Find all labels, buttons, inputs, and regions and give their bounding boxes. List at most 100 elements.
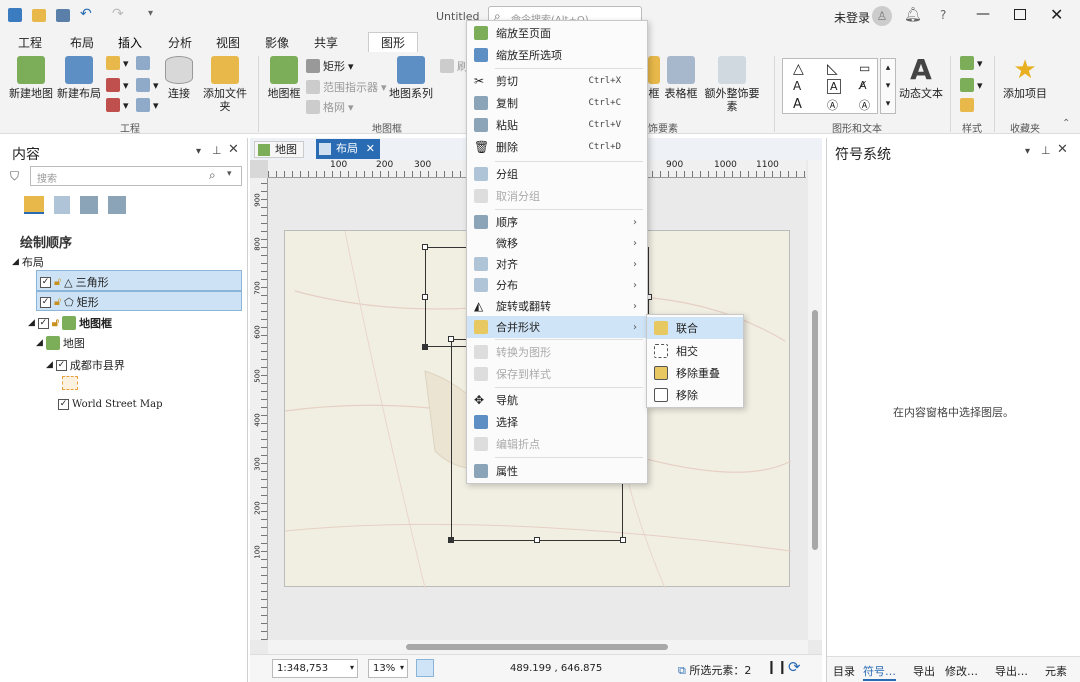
resize-handle[interactable] — [422, 294, 428, 300]
undo-icon[interactable]: ↶ — [80, 6, 92, 22]
grid-toggle-icon[interactable] — [416, 659, 434, 677]
lock-icon[interactable]: 🔓︎ — [54, 295, 61, 309]
menu-item-paste[interactable]: 粘贴 Ctrl+V — [467, 114, 647, 136]
tree-layout[interactable]: ◢ 布局 — [12, 254, 44, 270]
pause-drawing-icon[interactable]: ❙❙ — [766, 660, 788, 675]
tab-map-view[interactable]: 地图 — [254, 141, 304, 158]
scroll-thumb[interactable] — [406, 644, 668, 650]
tree-triangle[interactable]: ✓ 🔓︎ △ 三角形 — [40, 274, 109, 290]
add-item-button[interactable]: ★ 添加项目 — [1000, 56, 1050, 100]
menu-item-select[interactable]: 选择 — [467, 411, 647, 433]
graphics-gallery[interactable]: △ ◺ ▭ A A A̸ A Ⓐ Ⓐ — [782, 58, 878, 114]
table-frame-button[interactable]: 表格框 — [664, 56, 698, 100]
lock-icon[interactable]: 🔓︎ — [52, 316, 59, 330]
chart-icon[interactable]: ▾ — [136, 98, 159, 112]
menu-item-navigate[interactable]: ✥ 导航 — [467, 389, 647, 411]
close-icon[interactable]: ✕ — [1057, 142, 1068, 157]
menu-item-properties[interactable]: 属性 — [467, 460, 647, 482]
save-icon[interactable] — [56, 9, 70, 22]
extent-indicator-button[interactable]: 范围指示器 ▾ — [306, 79, 387, 95]
menu-item-delete[interactable]: 🗑︎ 删除 Ctrl+D — [467, 136, 647, 158]
menu-item-copy[interactable]: 复制 Ctrl+C — [467, 92, 647, 114]
menu-item-merge-shapes[interactable]: 合并形状 › — [467, 316, 647, 338]
tab-export-more[interactable]: 导出… — [995, 663, 1028, 679]
lock-icon[interactable]: 🔓︎ — [54, 275, 61, 289]
collapse-icon[interactable]: ◢ — [28, 318, 35, 328]
customize-qat-icon[interactable]: ▾ — [148, 8, 153, 19]
task-icon[interactable]: ▾ — [106, 98, 129, 112]
resize-handle[interactable] — [422, 244, 428, 250]
new-layout-button[interactable]: 新建布局 — [56, 56, 102, 100]
tab-export[interactable]: 导出 — [913, 663, 935, 679]
right-triangle-icon[interactable]: ◺ — [827, 61, 838, 77]
refresh-button[interactable]: 刷 — [440, 58, 468, 74]
resize-handle[interactable] — [422, 344, 428, 350]
chevron-down-icon[interactable]: ▾ — [350, 663, 354, 672]
menu-item-distribute[interactable]: 分布 › — [467, 274, 647, 296]
collapse-icon[interactable]: ◢ — [12, 257, 19, 267]
tab-element[interactable]: 元素 — [1045, 663, 1067, 679]
close-icon[interactable]: ✕ — [228, 142, 239, 157]
tab-share[interactable]: 共享 — [314, 34, 338, 51]
help-button[interactable]: ? — [940, 8, 946, 22]
menu-item-group[interactable]: 分组 — [467, 163, 647, 185]
list-by-source-icon[interactable] — [54, 196, 70, 214]
notification-icon[interactable]: 🔔︎ — [904, 7, 922, 23]
layer-symbol-swatch[interactable] — [62, 376, 78, 390]
menu-item-order[interactable]: 顺序 › — [467, 211, 647, 233]
tab-project[interactable]: 工程 — [18, 34, 42, 51]
tab-view[interactable]: 视图 — [216, 34, 240, 51]
visibility-checkbox[interactable]: ✓ — [40, 276, 51, 288]
visibility-checkbox[interactable]: ✓ — [55, 359, 67, 371]
grid-button[interactable]: 格网 ▾ — [306, 99, 354, 115]
tree-map[interactable]: ◢ 地图 — [36, 335, 85, 351]
close-button[interactable]: ✕ — [1050, 5, 1063, 24]
pin-icon[interactable]: ⊥ — [1041, 144, 1051, 157]
submenu-item-subtract[interactable]: 移除 — [647, 384, 743, 406]
rectangle-shape-icon[interactable]: ▭ — [859, 61, 870, 75]
style-icon[interactable]: ▾ — [136, 78, 159, 92]
tab-layout-view[interactable]: 布局 ✕ — [316, 139, 380, 159]
tab-modify[interactable]: 修改… — [945, 663, 978, 679]
tab-analysis[interactable]: 分析 — [168, 34, 192, 51]
filter-icon[interactable]: ⛉ — [10, 169, 19, 184]
tree-rectangle[interactable]: ✓ 🔓︎ ⬠ 矩形 — [40, 294, 99, 310]
open-folder-icon[interactable] — [32, 9, 46, 22]
tab-imagery[interactable]: 影像 — [265, 34, 289, 51]
menu-item-ungroup[interactable]: 取消分组 — [467, 185, 647, 207]
chevron-down-icon[interactable]: ▾ — [400, 663, 404, 672]
sign-in-status[interactable]: 未登录 — [834, 9, 870, 26]
submenu-item-union[interactable]: 联合 — [647, 317, 743, 339]
submenu-item-remove-overlap[interactable]: 移除重叠 — [647, 362, 743, 384]
menu-item-zoom-to-selection[interactable]: 缩放至所选项 — [467, 44, 647, 66]
minimize-button[interactable]: — — [976, 6, 990, 22]
maximize-button[interactable] — [1014, 9, 1026, 20]
text-icon[interactable]: A — [793, 79, 801, 93]
map-series-button[interactable]: 地图系列 — [388, 56, 434, 100]
resize-handle[interactable] — [620, 537, 626, 543]
scale-combo[interactable]: 1:348,753 ▾ — [272, 659, 358, 678]
contents-search-input[interactable]: 搜索 ⌕ ▾ — [30, 166, 242, 186]
add-surround-button[interactable]: 额外整饰要素 — [700, 56, 764, 113]
tree-map-frame[interactable]: ◢ ✓ 🔓︎ 地图框 — [28, 315, 112, 331]
collapse-icon[interactable]: ◢ — [46, 360, 53, 370]
style-manage-icon[interactable]: ▾ — [960, 78, 983, 92]
large-text-icon[interactable]: A — [793, 97, 802, 112]
style-import-icon[interactable]: ▾ — [960, 56, 983, 70]
resize-handle[interactable] — [448, 537, 454, 543]
avatar[interactable]: ♙ — [872, 6, 892, 26]
visibility-checkbox[interactable]: ✓ — [37, 317, 49, 329]
rectangle-button[interactable]: 矩形 ▾ — [306, 58, 354, 74]
tab-catalog[interactable]: 目录 — [833, 663, 855, 679]
menu-item-align[interactable]: 对齐 › — [467, 253, 647, 275]
menu-item-nudge[interactable]: 微移 › — [467, 232, 647, 254]
tree-world-street-map[interactable]: ✓ World Street Map — [58, 399, 162, 410]
zoom-combo[interactable]: 13% ▾ — [368, 659, 408, 678]
list-by-editing-icon[interactable] — [108, 196, 126, 214]
new-report-icon[interactable]: ▾ — [106, 56, 129, 70]
new-toolbox-icon[interactable]: ▾ — [106, 78, 129, 92]
style-add-icon[interactable] — [960, 98, 974, 112]
notebook-icon[interactable] — [136, 56, 150, 70]
close-tab-icon[interactable]: ✕ — [366, 139, 375, 158]
visibility-checkbox[interactable]: ✓ — [40, 296, 51, 308]
